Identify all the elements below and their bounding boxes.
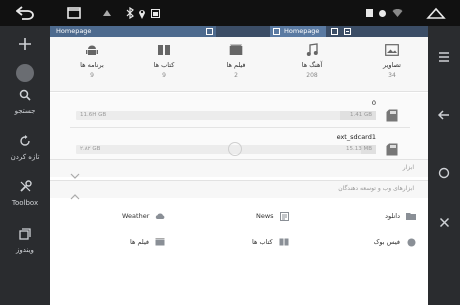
sidebar-item-label: تازه کردن — [10, 153, 40, 161]
tool-facebook[interactable]: فیس بوک — [374, 236, 416, 248]
tool-name: News — [256, 212, 274, 220]
tool-download[interactable]: دانلود — [385, 210, 416, 222]
sidebar-avatar[interactable] — [0, 62, 50, 82]
android-icon — [86, 43, 98, 57]
recent-apps-icon[interactable] — [64, 3, 84, 23]
section-title: ابزار — [402, 164, 414, 171]
close-icon[interactable] — [428, 217, 460, 228]
tab-list-icon[interactable] — [344, 27, 351, 36]
new-tab-icon[interactable] — [331, 27, 338, 36]
film-icon — [229, 43, 243, 57]
category-name: تصاویر — [383, 61, 401, 69]
storage-total: 1.41 GB — [349, 112, 372, 118]
sidebar-item-windows[interactable]: ویندوز — [0, 225, 50, 254]
tab-window-icon[interactable] — [206, 27, 213, 36]
category-name: کتاب ها — [153, 61, 175, 69]
back-arrow-icon[interactable] — [14, 3, 36, 23]
tab-bar: Homepage Homepage — [50, 26, 428, 37]
category-images[interactable]: تصاویر 34 — [362, 43, 422, 79]
sidebar-item-toolbox[interactable]: Toolbox — [0, 178, 50, 207]
category-count: 34 — [388, 72, 396, 79]
category-count: 208 — [306, 72, 318, 79]
wifi-icon — [391, 3, 403, 23]
tool-name: Weather — [122, 212, 150, 220]
right-sidebar — [428, 26, 460, 305]
storage-card-icon — [386, 107, 398, 122]
tab-close-icon[interactable] — [273, 27, 280, 36]
clock-icon — [377, 3, 387, 23]
tool-books[interactable]: کتاب ها — [252, 236, 289, 248]
storage-row-internal[interactable]: 0 11.6H GB 1.41 GB — [50, 99, 428, 135]
category-count: 2 — [234, 72, 238, 79]
tool-name: فیلم ها — [130, 238, 150, 246]
tool-news[interactable]: News — [256, 210, 290, 222]
storage-divider — [70, 127, 410, 128]
section-dev-tools[interactable]: ابزارهای وب و توسعه دهندگان — [50, 180, 428, 200]
tab-homepage-left[interactable]: Homepage — [50, 26, 216, 37]
battery-icon — [364, 3, 374, 23]
storage-name: ext_sdcard1 — [336, 133, 376, 141]
image-icon — [385, 43, 399, 57]
plus-icon — [18, 36, 32, 55]
storage-name: 0 — [371, 99, 376, 107]
category-count: 9 — [90, 72, 94, 79]
left-sidebar: جستجو تازه کردن Toolbox ویندوز — [0, 26, 50, 305]
storage-total: 15.13 MB — [345, 146, 372, 152]
book-icon — [157, 43, 171, 57]
tab-label: Homepage — [56, 27, 92, 35]
section-tools[interactable]: ابزار — [50, 159, 428, 179]
category-name: آهنگ ها — [301, 61, 323, 69]
category-music[interactable]: آهنگ ها 208 — [282, 43, 342, 79]
category-videos[interactable]: فیلم ها 2 — [206, 43, 266, 79]
section-title: ابزارهای وب و توسعه دهندگان — [338, 185, 414, 192]
home-icon[interactable] — [424, 3, 448, 23]
windows-icon — [19, 225, 31, 244]
tool-movies[interactable]: فیلم ها — [130, 236, 165, 248]
storage-free: 11.6H GB — [80, 112, 107, 118]
bluetooth-icon — [125, 3, 135, 23]
storage-card-icon — [386, 141, 398, 156]
category-name: فیلم ها — [226, 61, 246, 69]
sidebar-item-label: ویندوز — [16, 246, 34, 254]
film-icon — [155, 237, 165, 247]
category-books[interactable]: کتاب ها 9 — [134, 43, 194, 79]
status-bar — [0, 0, 460, 26]
weather-icon — [155, 211, 165, 221]
news-icon — [280, 211, 290, 221]
gallery-icon — [150, 3, 160, 23]
avatar — [16, 64, 34, 82]
sidebar-item-add[interactable] — [0, 36, 50, 57]
location-icon — [137, 3, 147, 23]
book-icon — [279, 237, 289, 247]
tools-grid: دانلود News Weather فیس بوک کتاب ها فیلم… — [50, 202, 428, 291]
refresh-icon — [19, 132, 31, 151]
menu-icon[interactable] — [428, 52, 460, 62]
main-content: Homepage Homepage تصاویر 34 آهنگ ها 208 … — [50, 26, 428, 305]
back-arrow-icon[interactable] — [428, 110, 460, 120]
storage-free: ۲.۸۲ GB — [80, 146, 101, 152]
storage-usage-bar — [76, 145, 376, 154]
folder-icon — [406, 211, 416, 221]
sidebar-item-label: جستجو — [14, 107, 36, 115]
search-icon — [19, 86, 31, 105]
storage-usage-bar — [76, 111, 376, 120]
category-name: برنامه ها — [80, 61, 104, 69]
signal-icon — [100, 3, 114, 23]
tool-name: دانلود — [385, 212, 400, 220]
tool-name: کتاب ها — [252, 238, 273, 246]
tab-label: Homepage — [284, 27, 320, 35]
sidebar-item-label: Toolbox — [11, 199, 39, 207]
facebook-icon — [406, 237, 416, 247]
sidebar-item-refresh[interactable]: تازه کردن — [0, 132, 50, 161]
tool-name: فیس بوک — [373, 238, 400, 246]
tool-weather[interactable]: Weather — [122, 210, 165, 222]
scroll-indicator — [228, 142, 242, 156]
history-icon[interactable] — [428, 167, 460, 179]
music-icon — [306, 43, 318, 57]
wrench-icon — [19, 178, 32, 197]
category-apps[interactable]: برنامه ها 9 — [62, 43, 122, 79]
sidebar-item-search[interactable]: جستجو — [0, 86, 50, 115]
category-bar: تصاویر 34 آهنگ ها 208 فیلم ها 2 کتاب ها … — [50, 37, 428, 92]
category-count: 9 — [162, 72, 166, 79]
